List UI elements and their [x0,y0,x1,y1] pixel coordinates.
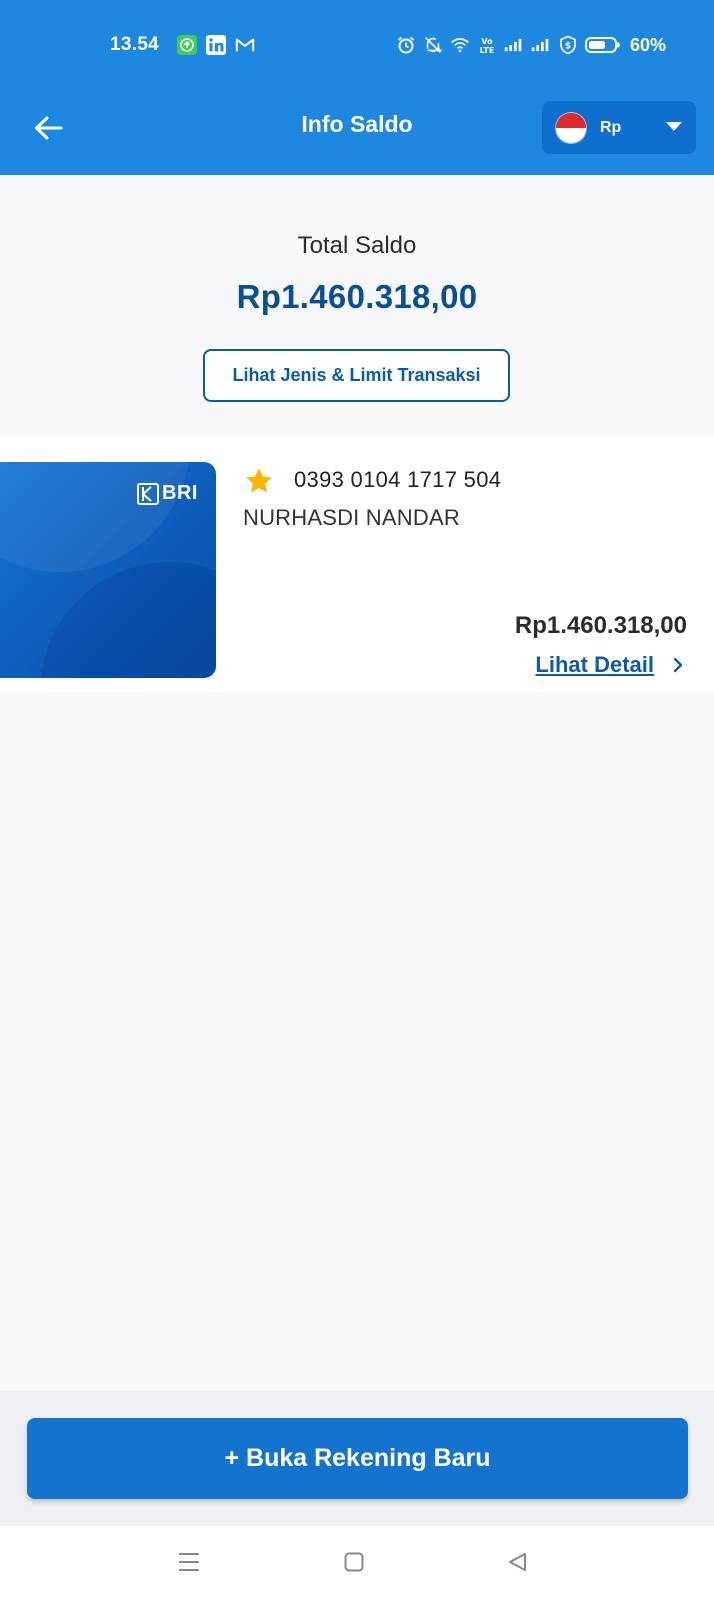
bank-logo-text: BRI [162,482,198,504]
status-time: 13.54 [110,34,160,55]
star-icon[interactable] [244,466,274,496]
status-bar: 13.54 Vo LTE $ 60% [0,28,714,64]
signal-icon [504,35,524,55]
view-limit-button[interactable]: Lihat Jenis & Limit Transaksi [203,349,510,402]
total-balance-amount: Rp1.460.318,00 [236,278,478,315]
back-triangle-icon [509,1553,526,1571]
total-balance-label: Total Saldo [297,232,417,259]
upload-icon [177,35,197,55]
vpn-shield-icon: $ [558,35,578,55]
open-new-account-button[interactable]: + Buka Rekening Baru [27,1418,688,1499]
account-holder-name: NURHASDI NANDAR [243,505,460,530]
linkedin-icon [206,35,226,55]
chevron-right-icon [673,657,683,673]
svg-text:LTE: LTE [480,46,495,55]
indonesia-flag-icon [556,112,586,143]
menu-icon [179,1553,199,1571]
battery-icon [584,35,621,55]
volte-icon: Vo LTE [477,35,497,55]
account-balance: Rp1.460.318,00 [514,612,687,639]
bank-card-image: BRI [0,462,216,678]
system-nav-bar [0,1526,714,1599]
home-icon [344,1552,364,1572]
account-number: 0393 0104 1717 504 [294,467,502,492]
home-button[interactable] [334,1546,374,1578]
back-nav-button[interactable] [497,1546,537,1578]
currency-selector[interactable]: Rp [542,101,696,154]
svg-text:Vo: Vo [481,37,493,46]
mute-icon [423,35,443,55]
svg-text:$: $ [565,42,571,52]
view-detail-link[interactable]: Lihat Detail [535,652,684,678]
gmail-icon [235,35,255,55]
wifi-icon [450,35,470,55]
app-header: 13.54 Vo LTE $ 60% Info Saldo Rp [0,0,714,175]
bri-logo-icon [137,482,160,505]
system-status-icons: Vo LTE $ 60% [396,34,666,56]
currency-label: Rp [600,118,622,136]
notification-icons [177,34,255,56]
caret-down-icon [666,122,682,131]
bri-logo: BRI [137,482,198,505]
signal-icon [531,35,551,55]
battery-percentage: 60% [629,34,666,55]
account-card[interactable]: BRI 0393 0104 1717 504 NURHASDI NANDAR R… [0,436,714,692]
recent-apps-button[interactable] [169,1546,209,1578]
view-detail-label: Lihat Detail [535,652,654,677]
alarm-icon [396,35,416,55]
